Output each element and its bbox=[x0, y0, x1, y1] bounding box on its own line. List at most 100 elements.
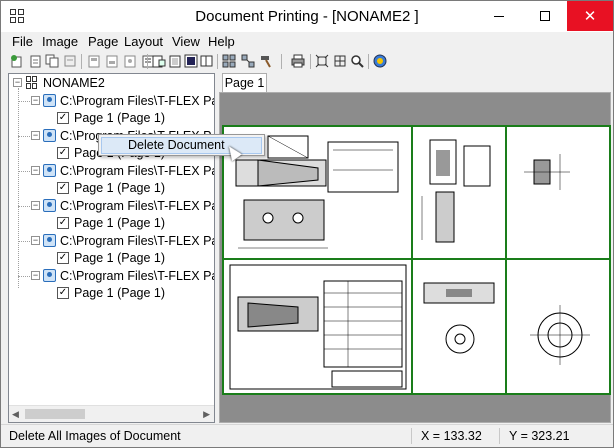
status-bar: Delete All Images of Document X = 133.32… bbox=[1, 424, 613, 447]
toolbar-separator bbox=[217, 54, 218, 69]
collapse-document-icon[interactable]: − bbox=[31, 201, 40, 210]
toolbar-separator bbox=[147, 54, 148, 69]
tree-document-path[interactable]: C:\Program Files\T-FLEX Parar bbox=[60, 163, 214, 179]
collapse-document-icon[interactable]: − bbox=[31, 271, 40, 280]
tree-page-label[interactable]: Page 1 (Page 1) bbox=[74, 110, 165, 126]
run-icon[interactable] bbox=[373, 54, 387, 68]
page-setup-icon[interactable] bbox=[123, 54, 137, 68]
copy-icon[interactable] bbox=[63, 54, 77, 68]
cursor-x-readout: X = 133.32 bbox=[421, 429, 482, 443]
drawing-thumbnail[interactable] bbox=[228, 263, 408, 391]
collapse-document-icon[interactable]: − bbox=[31, 166, 40, 175]
menu-view[interactable]: View bbox=[172, 34, 200, 49]
layout-arrange-icon[interactable] bbox=[241, 54, 255, 68]
print-job-icon bbox=[26, 76, 39, 89]
tree-connector bbox=[18, 171, 32, 172]
document-icon bbox=[43, 199, 56, 212]
new-page-icon[interactable] bbox=[10, 54, 24, 68]
page-check-icon[interactable]: ✓ bbox=[57, 252, 69, 264]
tree-page-label[interactable]: Page 1 (Page 1) bbox=[74, 180, 165, 196]
duplicate-icon[interactable] bbox=[45, 54, 59, 68]
toolbar bbox=[1, 52, 613, 72]
toolbar-separator bbox=[310, 54, 311, 69]
document-icon bbox=[43, 164, 56, 177]
fit-page-icon[interactable] bbox=[184, 54, 198, 68]
menu-bar: File Image Page Layout View Help bbox=[1, 32, 613, 52]
scroll-left-icon[interactable]: ◀ bbox=[12, 409, 19, 420]
collapse-root-icon[interactable]: − bbox=[13, 78, 22, 87]
tree-page-label[interactable]: Page 1 (Page 1) bbox=[74, 215, 165, 231]
tree-connector bbox=[18, 276, 32, 277]
fit-width-icon[interactable] bbox=[315, 54, 329, 68]
close-button[interactable]: ✕ bbox=[567, 1, 613, 31]
tab-page-1[interactable]: Page 1 bbox=[222, 73, 267, 93]
tree-document-path[interactable]: C:\Program Files\T-FLEX Parar bbox=[60, 93, 214, 109]
cursor-y-readout: Y = 323.21 bbox=[509, 429, 570, 443]
page-check-icon[interactable]: ✓ bbox=[57, 217, 69, 229]
tree-connector bbox=[18, 241, 32, 242]
document-icon bbox=[43, 269, 56, 282]
menu-help[interactable]: Help bbox=[208, 34, 235, 49]
tree-connector bbox=[18, 206, 32, 207]
cell-divider bbox=[224, 258, 609, 260]
close-icon: ✕ bbox=[583, 8, 597, 25]
status-separator bbox=[411, 428, 412, 444]
minimize-button[interactable] bbox=[476, 1, 522, 31]
page-check-icon[interactable]: ✓ bbox=[57, 287, 69, 299]
menu-layout[interactable]: Layout bbox=[124, 34, 163, 49]
document-icon bbox=[43, 234, 56, 247]
add-document-icon[interactable] bbox=[105, 54, 119, 68]
print-sheet[interactable] bbox=[222, 125, 611, 395]
tree-page-label[interactable]: Page 1 (Page 1) bbox=[74, 250, 165, 266]
maximize-button[interactable] bbox=[522, 1, 568, 31]
minimize-icon bbox=[494, 15, 504, 17]
page-check-icon[interactable]: ✓ bbox=[57, 147, 69, 159]
main-window: Document Printing - [NONAME2 ] ✕ File Im… bbox=[0, 0, 614, 448]
layout-grid-icon[interactable] bbox=[222, 54, 236, 68]
page-preview[interactable] bbox=[219, 92, 611, 423]
tree-connector bbox=[18, 101, 32, 102]
drawing-thumbnail[interactable] bbox=[510, 130, 608, 254]
status-separator bbox=[499, 428, 500, 444]
tree-connector bbox=[18, 88, 19, 288]
tree-page-label[interactable]: Page 1 (Page 1) bbox=[74, 285, 165, 301]
tree-document-path[interactable]: C:\Program Files\T-FLEX Parar bbox=[60, 233, 214, 249]
menu-image[interactable]: Image bbox=[42, 34, 78, 49]
page-arrange-icon[interactable] bbox=[152, 54, 166, 68]
toolbar-separator bbox=[368, 54, 369, 69]
collapse-document-icon[interactable]: − bbox=[31, 96, 40, 105]
fit-all-icon[interactable] bbox=[333, 54, 347, 68]
document-tree[interactable]: − NONAME2 − C:\Program Files\T-FLEX Para… bbox=[8, 73, 215, 423]
page-check-icon[interactable]: ✓ bbox=[57, 112, 69, 124]
hammer-icon[interactable] bbox=[259, 54, 273, 68]
tree-root-label[interactable]: NONAME2 bbox=[43, 75, 105, 91]
cell-divider bbox=[505, 127, 507, 393]
drawing-thumbnail[interactable] bbox=[416, 263, 502, 391]
document-icon bbox=[43, 129, 56, 142]
tree-document-path[interactable]: C:\Program Files\T-FLEX Parar bbox=[60, 268, 214, 284]
page-tab-strip: Page 1 bbox=[219, 73, 611, 93]
cell-divider bbox=[411, 127, 413, 393]
menu-file[interactable]: File bbox=[12, 34, 33, 49]
auto-layout-icon[interactable] bbox=[200, 54, 214, 68]
toolbar-separator bbox=[81, 54, 82, 69]
properties-icon[interactable] bbox=[87, 54, 101, 68]
print-icon[interactable] bbox=[291, 54, 305, 68]
menu-page[interactable]: Page bbox=[88, 34, 118, 49]
tree-connector bbox=[18, 136, 32, 137]
collapse-document-icon[interactable]: − bbox=[31, 131, 40, 140]
fit-icon[interactable] bbox=[168, 54, 182, 68]
zoom-icon[interactable] bbox=[350, 54, 364, 68]
collapse-document-icon[interactable]: − bbox=[31, 236, 40, 245]
drawing-thumbnail[interactable] bbox=[510, 263, 608, 391]
drawing-thumbnail[interactable] bbox=[416, 130, 502, 254]
scroll-right-icon[interactable]: ▶ bbox=[203, 409, 210, 420]
tree-horizontal-scrollbar[interactable]: ◀ ▶ bbox=[9, 405, 214, 422]
tree-document-path[interactable]: C:\Program Files\T-FLEX Parar bbox=[60, 198, 214, 214]
scrollbar-thumb[interactable] bbox=[25, 409, 85, 419]
document-icon bbox=[43, 94, 56, 107]
page-check-icon[interactable]: ✓ bbox=[57, 182, 69, 194]
add-page-icon[interactable] bbox=[28, 54, 42, 68]
title-bar: Document Printing - [NONAME2 ] ✕ bbox=[1, 1, 613, 32]
toolbar-separator bbox=[281, 54, 282, 69]
